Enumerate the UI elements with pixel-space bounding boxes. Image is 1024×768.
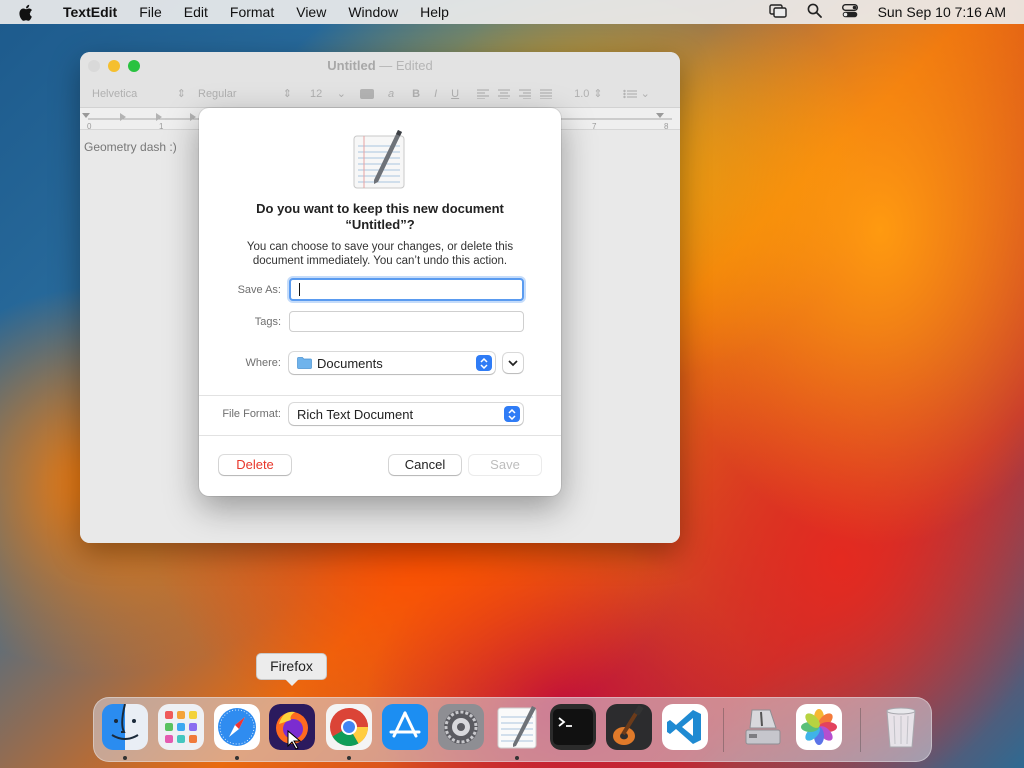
where-popup[interactable]: Documents bbox=[289, 352, 495, 374]
tags-input[interactable] bbox=[289, 311, 524, 332]
file-format-value: Rich Text Document bbox=[297, 406, 414, 422]
chevron-down-icon bbox=[508, 354, 518, 372]
menu-edit[interactable]: Edit bbox=[173, 0, 219, 24]
dock bbox=[93, 697, 932, 762]
text-color-icon[interactable] bbox=[360, 88, 374, 99]
document-text: Geometry dash :) bbox=[84, 140, 177, 154]
apple-menu-icon[interactable] bbox=[18, 4, 38, 21]
up-down-chevron-icon bbox=[476, 355, 492, 371]
save-as-input[interactable] bbox=[289, 278, 524, 301]
textedit-document-icon bbox=[352, 128, 408, 190]
garageband-icon[interactable] bbox=[606, 704, 652, 750]
align-left-icon[interactable] bbox=[477, 88, 490, 99]
where-label: Where: bbox=[245, 357, 281, 369]
expand-dialog-button[interactable] bbox=[503, 353, 523, 373]
safari-icon[interactable] bbox=[214, 704, 260, 750]
list-bullets-icon[interactable]: ⌄ bbox=[622, 87, 650, 100]
window-titlebar[interactable]: Untitled — Edited bbox=[80, 52, 680, 80]
line-spacing-popup[interactable]: 1.0 ⇕ bbox=[574, 87, 603, 101]
menu-format[interactable]: Format bbox=[219, 0, 285, 24]
dialog-separator bbox=[199, 395, 561, 396]
textedit-icon[interactable] bbox=[494, 704, 540, 750]
delete-button[interactable]: Delete bbox=[219, 455, 291, 475]
font-size-popup[interactable]: 12 ⌄ bbox=[310, 87, 346, 101]
menu-view[interactable]: View bbox=[285, 0, 337, 24]
chrome-icon[interactable] bbox=[326, 704, 372, 750]
dialog-message: You can choose to save your changes, or … bbox=[246, 241, 514, 267]
finder-icon[interactable] bbox=[102, 704, 148, 750]
menu-file[interactable]: File bbox=[128, 0, 173, 24]
file-format-label: File Format: bbox=[222, 408, 281, 420]
tags-label: Tags: bbox=[254, 316, 281, 328]
underline-icon[interactable]: U bbox=[451, 88, 459, 100]
align-right-icon[interactable] bbox=[519, 88, 532, 99]
save-as-label: Save As: bbox=[237, 284, 281, 296]
dock-tooltip: Firefox bbox=[256, 653, 327, 686]
terminal-icon[interactable] bbox=[550, 704, 596, 750]
photos-icon[interactable] bbox=[796, 704, 842, 750]
save-button[interactable]: Save bbox=[469, 455, 541, 475]
running-indicator bbox=[515, 756, 519, 760]
app-store-icon[interactable] bbox=[382, 704, 428, 750]
cancel-button[interactable]: Cancel bbox=[389, 455, 461, 475]
menu-bar: TextEdit File Edit Format View Window He… bbox=[0, 0, 1024, 24]
window-title: Untitled — Edited bbox=[327, 58, 433, 73]
file-format-popup[interactable]: Rich Text Document bbox=[289, 403, 523, 425]
format-toolbar: Helvetica⇕ Regular⇕ 12⌄ a B I U 1.0⇕ bbox=[80, 80, 680, 108]
menu-clock[interactable]: Sun Sep 10 7:16 AM bbox=[878, 4, 1006, 20]
where-value: Documents bbox=[317, 355, 383, 371]
system-settings-icon[interactable] bbox=[438, 704, 484, 750]
font-style-popup[interactable]: Regular ⇕ bbox=[198, 87, 298, 101]
running-indicator bbox=[123, 756, 127, 760]
screen-mirroring-icon[interactable] bbox=[768, 3, 787, 21]
dock-divider bbox=[860, 708, 861, 752]
launchpad-icon[interactable] bbox=[158, 704, 204, 750]
menu-app-name[interactable]: TextEdit bbox=[52, 0, 128, 24]
save-dialog: Do you want to keep this new document “U… bbox=[199, 108, 561, 496]
dock-divider bbox=[723, 708, 724, 752]
up-down-chevron-icon bbox=[504, 406, 520, 422]
justify-icon[interactable] bbox=[540, 88, 553, 99]
control-center-icon[interactable] bbox=[841, 3, 858, 21]
highlight-color-icon[interactable]: a bbox=[388, 88, 394, 100]
running-indicator bbox=[235, 756, 239, 760]
vscode-icon[interactable] bbox=[662, 704, 708, 750]
menu-window[interactable]: Window bbox=[337, 0, 409, 24]
trash-icon[interactable] bbox=[878, 704, 924, 750]
align-center-icon[interactable] bbox=[498, 88, 511, 99]
italic-icon[interactable]: I bbox=[434, 88, 437, 100]
bold-icon[interactable]: B bbox=[412, 88, 420, 100]
folder-icon bbox=[297, 357, 312, 369]
running-indicator bbox=[347, 756, 351, 760]
font-family-popup[interactable]: Helvetica ⇕ bbox=[92, 87, 192, 101]
menu-help[interactable]: Help bbox=[409, 0, 460, 24]
firefox-icon[interactable] bbox=[269, 704, 315, 750]
disk-utility-icon[interactable] bbox=[740, 704, 786, 750]
dialog-separator bbox=[199, 435, 561, 436]
spotlight-search-icon[interactable] bbox=[807, 3, 822, 21]
dialog-title: Do you want to keep this new document “U… bbox=[256, 201, 504, 232]
